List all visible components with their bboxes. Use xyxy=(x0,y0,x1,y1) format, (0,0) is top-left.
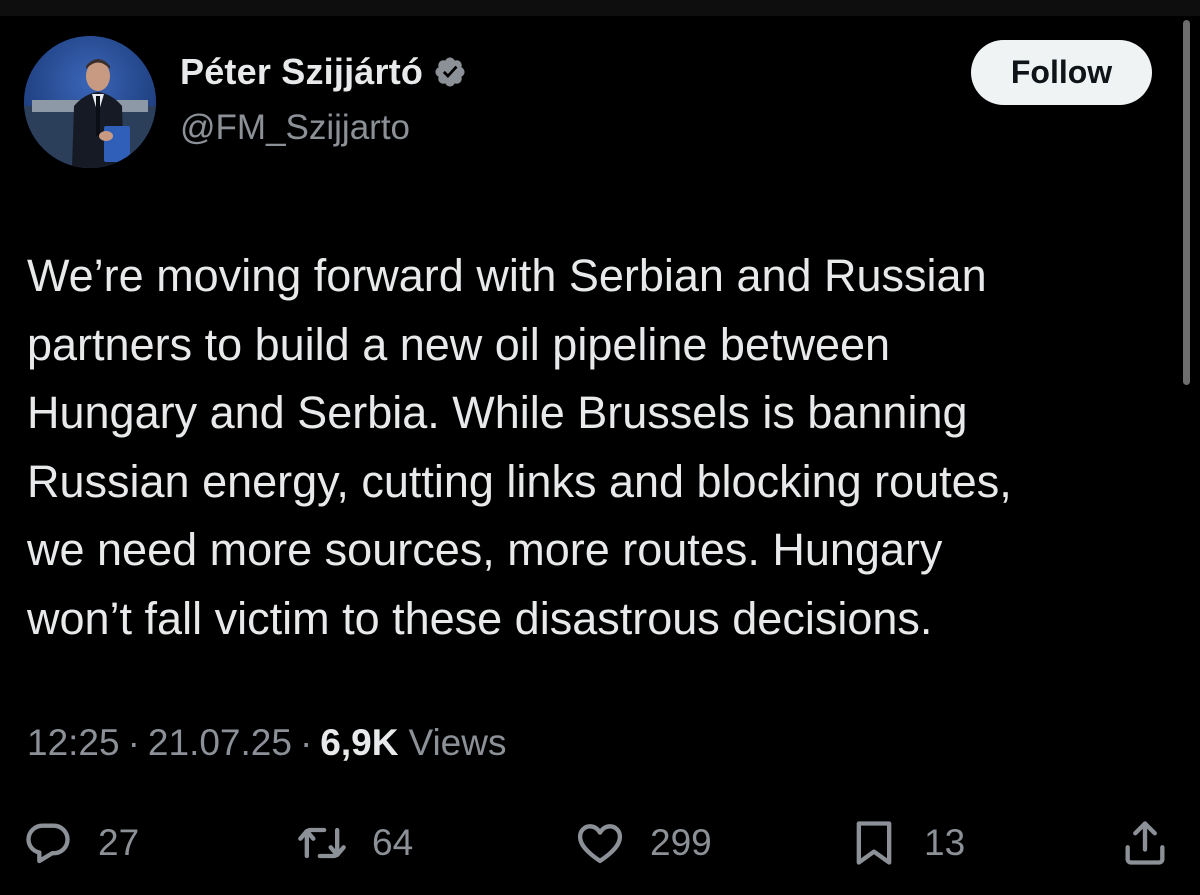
tweet-text-line: We’re moving forward with Serbian and Ru… xyxy=(27,250,987,301)
tweet-text-line: Russian energy, cutting links and blocki… xyxy=(27,455,1012,507)
tweet-time[interactable]: 12:25 xyxy=(27,722,120,764)
tweet-text-line: partners to build a new oil pipeline bet… xyxy=(27,318,891,370)
heart-icon xyxy=(574,817,626,869)
repost-icon xyxy=(296,817,348,869)
reply-icon xyxy=(22,817,74,869)
reply-count: 27 xyxy=(98,822,140,863)
avatar[interactable] xyxy=(24,36,156,168)
tweet-meta: 12:25 · 21.07.25 · 6,9K Views xyxy=(27,722,506,764)
views-count: 6,9K xyxy=(320,722,399,763)
author-display-name[interactable]: Péter Szijjártó xyxy=(180,51,423,93)
repost-button[interactable]: 64 xyxy=(296,814,413,872)
tweet-date[interactable]: 21.07.25 xyxy=(148,722,292,764)
reply-button[interactable]: 27 xyxy=(22,814,139,872)
share-icon xyxy=(1119,817,1171,869)
bookmark-icon xyxy=(848,817,900,869)
like-count: 299 xyxy=(650,822,712,863)
avatar-photo xyxy=(24,36,156,168)
follow-button[interactable]: Follow xyxy=(971,40,1152,105)
tweet-text-line: won’t fall victim to these disastrous de… xyxy=(27,592,933,644)
views-label: Views xyxy=(408,722,507,763)
share-button[interactable] xyxy=(1119,814,1171,872)
like-button[interactable]: 299 xyxy=(574,814,712,872)
tweet-text: We’re moving forward with Serbian and Ru… xyxy=(27,242,1177,653)
bookmark-count: 13 xyxy=(924,822,966,863)
verified-badge-icon xyxy=(433,55,467,89)
meta-separator: · xyxy=(299,722,313,763)
author-handle[interactable]: @FM_Szijjarto xyxy=(180,108,410,148)
top-edge xyxy=(0,0,1200,16)
bookmark-button[interactable]: 13 xyxy=(848,814,965,872)
meta-separator: · xyxy=(127,722,140,763)
repost-count: 64 xyxy=(372,822,414,863)
author-name-row[interactable]: Péter Szijjártó xyxy=(180,50,467,94)
scrollbar[interactable] xyxy=(1183,20,1190,385)
tweet-text-line: Hungary and Serbia. While Brussels is ba… xyxy=(27,387,968,438)
tweet-text-line: we need more sources, more routes. Hunga… xyxy=(27,524,943,575)
